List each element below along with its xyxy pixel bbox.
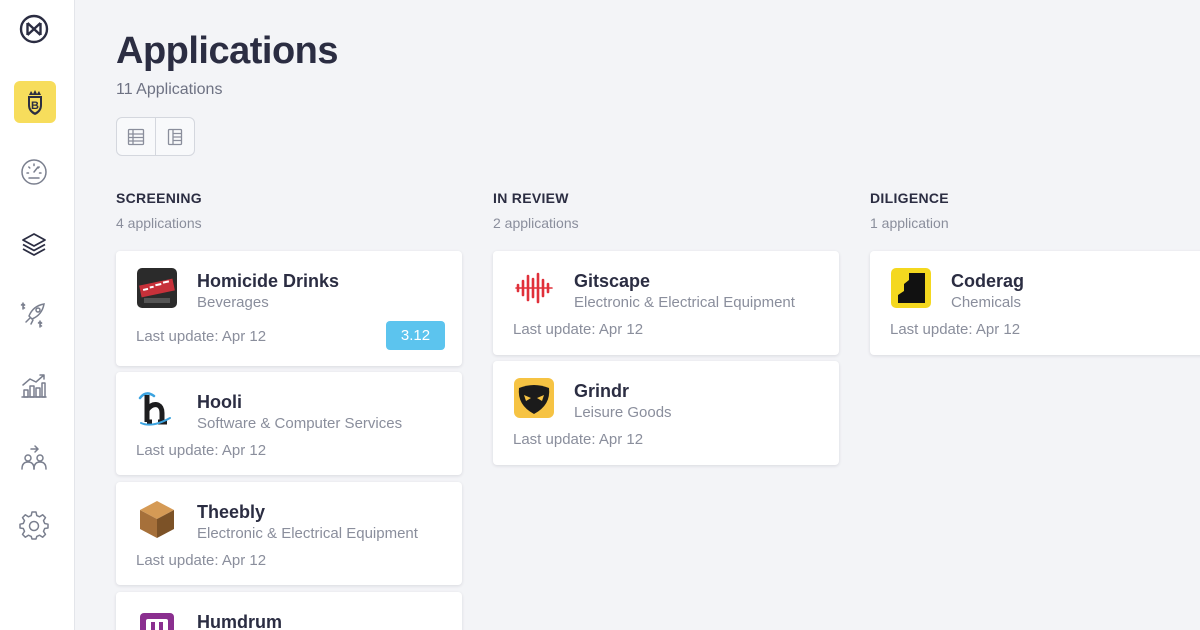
portfolio-badge-icon[interactable]: B <box>14 81 56 123</box>
company-name: Gitscape <box>574 271 651 291</box>
application-card-humdrum[interactable]: Humdrum <box>116 592 462 630</box>
last-update: Last update: Apr 12 <box>136 442 267 459</box>
settings-gear-icon[interactable] <box>12 504 56 548</box>
humdrum-logo <box>136 608 178 630</box>
gitscape-waveform-logo <box>513 267 555 309</box>
company-industry: Electronic & Electrical Equipment <box>197 525 418 542</box>
company-industry: Chemicals <box>951 294 1022 311</box>
table-view-button[interactable] <box>117 118 155 155</box>
page-title: Applications <box>116 30 339 72</box>
application-card-hooli[interactable]: Hooli Software & Computer Services Last … <box>116 372 462 475</box>
team-icon[interactable] <box>12 436 56 480</box>
homicide-drinks-logo <box>136 267 178 309</box>
last-update: Last update: Apr 12 <box>890 321 1021 338</box>
application-card-coderag[interactable]: Coderag Chemicals Last update: Apr 12 <box>870 251 1200 355</box>
hooli-logo <box>136 388 178 430</box>
coderag-logo <box>890 267 932 309</box>
company-name: Grindr <box>574 381 630 401</box>
main-content: Applications 11 Applications SCREENING 4… <box>76 0 1200 630</box>
column-diligence: DILIGENCE 1 application Coderag Chemical… <box>870 190 1200 355</box>
company-name: Humdrum <box>197 612 282 630</box>
growth-chart-icon[interactable] <box>12 364 56 408</box>
column-in-review: IN REVIEW 2 applications Gitscape Electr… <box>493 190 839 465</box>
last-update: Last update: Apr 12 <box>136 328 267 345</box>
application-card-gitscape[interactable]: Gitscape Electronic & Electrical Equipme… <box>493 251 839 355</box>
column-screening: SCREENING 4 applications Homicide Drinks… <box>116 190 462 630</box>
dashboard-gauge-icon[interactable] <box>12 150 56 194</box>
application-card-grindr[interactable]: Grindr Leisure Goods Last update: Apr 12 <box>493 361 839 465</box>
application-card-homicide-drinks[interactable]: Homicide Drinks Beverages Last update: A… <box>116 251 462 366</box>
company-name: Theebly <box>197 502 266 522</box>
board-view-button[interactable] <box>155 118 194 155</box>
funding-rocket-icon[interactable] <box>12 292 56 336</box>
column-count: 2 applications <box>493 215 579 231</box>
last-update: Last update: Apr 12 <box>136 552 267 569</box>
board-view-icon <box>167 128 183 145</box>
last-update: Last update: Apr 12 <box>513 321 644 338</box>
table-view-icon <box>127 128 145 145</box>
column-count: 1 application <box>870 215 949 231</box>
company-name: Homicide Drinks <box>197 271 340 291</box>
view-toggle <box>116 117 195 156</box>
last-update: Last update: Apr 12 <box>513 431 644 448</box>
sidebar: B <box>0 0 75 630</box>
company-industry: Beverages <box>197 294 269 311</box>
company-name: Coderag <box>951 271 1025 291</box>
company-name: Hooli <box>197 392 242 412</box>
company-industry: Electronic & Electrical Equipment <box>574 294 795 311</box>
company-industry: Software & Computer Services <box>197 415 403 432</box>
column-count: 4 applications <box>116 215 202 231</box>
company-industry: Leisure Goods <box>574 404 672 421</box>
score-badge: 3.12 <box>386 321 445 350</box>
grindr-mask-logo <box>513 377 555 419</box>
brand-logo-icon[interactable] <box>12 7 56 51</box>
column-title: IN REVIEW <box>493 190 569 206</box>
theebly-cube-logo <box>136 498 178 540</box>
column-title: DILIGENCE <box>870 190 949 206</box>
portfolio-badge-letter: B <box>31 100 39 112</box>
applications-count: 11 Applications <box>116 81 223 98</box>
layers-icon[interactable] <box>12 222 56 266</box>
column-title: SCREENING <box>116 190 202 206</box>
application-card-theebly[interactable]: Theebly Electronic & Electrical Equipmen… <box>116 482 462 585</box>
